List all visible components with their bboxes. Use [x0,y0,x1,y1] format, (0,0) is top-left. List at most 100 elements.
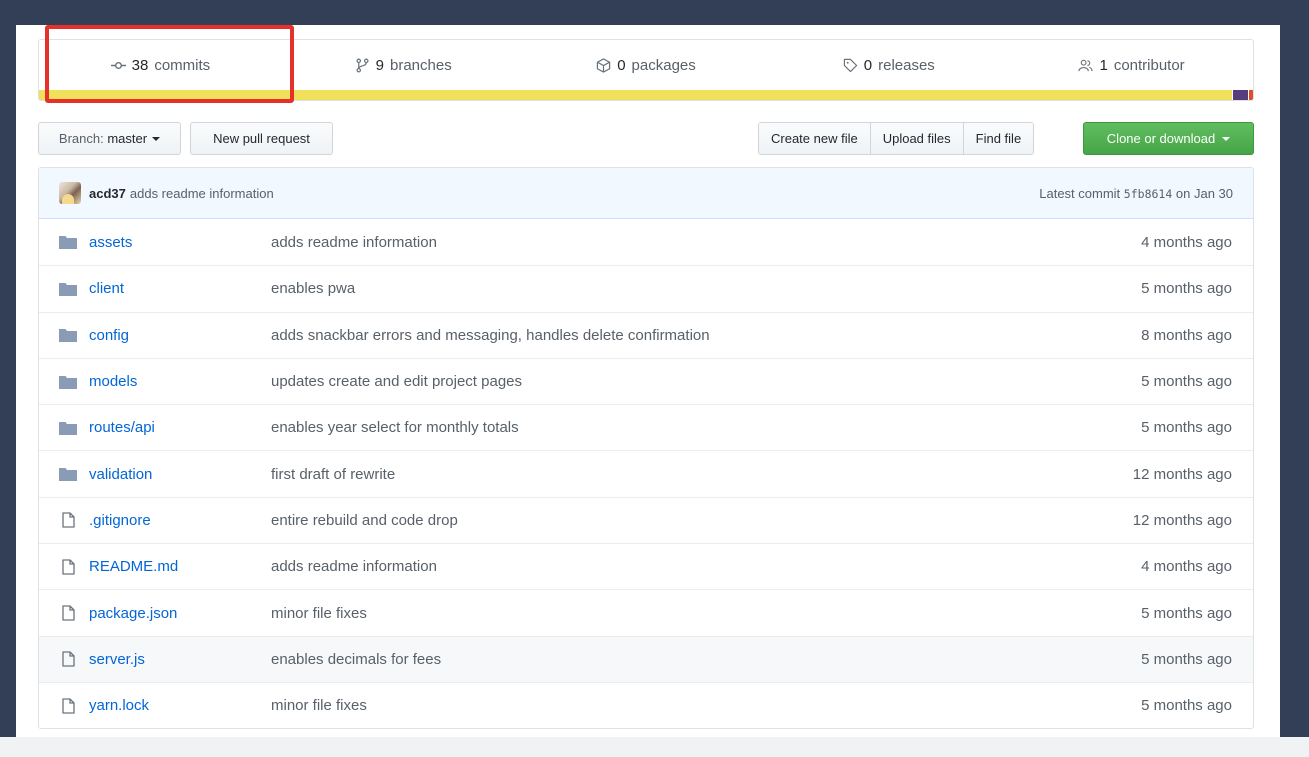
caret-down-icon [152,136,161,141]
file-row[interactable]: server.js enables decimals for fees 5 mont… [39,635,1253,682]
commit-message[interactable]: adds readme information [130,186,274,201]
releases-link[interactable]: 0 releases [767,57,1010,74]
branch-icon [356,58,369,72]
tag-icon [843,58,857,72]
file-name-link[interactable]: models [89,373,271,390]
upload-files-button[interactable]: Upload files [870,123,964,154]
file-age: 4 months ago [1141,233,1232,251]
file-row[interactable]: routes/api enables year select for monthl… [39,404,1253,450]
commits-link[interactable]: 38 commits [39,57,282,74]
language-segment[interactable] [1249,90,1253,100]
releases-count: 0 [863,56,873,74]
branch-name: master [107,131,148,146]
file-icon [39,559,79,575]
file-commit-message[interactable]: minor file fixes [271,605,1093,622]
file-commit-message[interactable]: adds snackbar errors and messaging, hand… [271,327,1093,344]
releases-label: releases [878,56,935,74]
file-name-link[interactable]: client [89,280,271,297]
folder-icon [39,327,79,343]
file-name-link[interactable]: README.md [89,558,271,575]
file-age: 5 months ago [1141,419,1232,437]
commit-date: on Jan 30 [1175,185,1233,201]
file-row[interactable]: models updates create and edit project pa… [39,357,1253,404]
avatar[interactable] [59,182,81,204]
packages-count: 0 [617,56,626,74]
create-new-file-button[interactable]: Create new file [759,123,871,154]
folder-icon [39,420,79,436]
commits-count: 38 [131,56,149,74]
file-age: 5 months ago [1141,604,1232,622]
file-age: 4 months ago [1141,558,1232,576]
file-age: 5 months ago [1141,280,1232,298]
latest-commit-info: Latest commit 5fb8614 on Jan 30 [1039,186,1233,201]
branch-select-button[interactable]: Branch: master [38,122,181,155]
file-actions-group: Create new file Upload files Find file [758,122,1035,155]
caret-down-icon [1222,136,1231,141]
folder-icon [39,234,79,250]
new-pull-request-button[interactable]: New pull request [190,122,333,155]
packages-link[interactable]: 0 packages [525,57,768,74]
file-commit-message[interactable]: entire rebuild and code drop [271,512,1093,529]
folder-icon [39,281,79,297]
bottom-strip [0,737,1309,757]
file-commit-message[interactable]: enables pwa [271,280,1093,297]
people-icon [1078,59,1094,71]
file-icon [39,605,79,621]
folder-icon [39,374,79,390]
file-age: 5 months ago [1141,697,1232,715]
branches-link[interactable]: 9 branches [282,57,525,74]
file-name-link[interactable]: yarn.lock [89,697,271,714]
file-row[interactable]: README.md adds readme information 4 months… [39,543,1253,589]
language-segment[interactable] [1232,90,1249,100]
file-name-link[interactable]: config [89,327,271,344]
file-name-link[interactable]: routes/api [89,419,271,436]
file-commit-message[interactable]: adds readme information [271,234,1093,251]
file-name-link[interactable]: validation [89,466,271,483]
file-row[interactable]: assets adds readme information 4 months ag… [39,219,1253,265]
file-row[interactable]: validation first draft of rewrite 12 month… [39,450,1253,496]
commits-label: commits [154,56,211,74]
language-bar[interactable] [39,90,1253,100]
file-icon [39,651,79,667]
commit-icon [110,61,126,69]
repository-content: 38 commits 9 branches 0 packages 0 relea… [16,25,1280,737]
file-name-link[interactable]: server.js [89,651,271,668]
folder-icon [39,466,79,482]
file-name-link[interactable]: package.json [89,605,271,622]
file-name-link[interactable]: .gitignore [89,512,271,529]
file-icon [39,697,79,714]
file-age: 5 months ago [1141,650,1232,668]
latest-commit-bar: acd37 adds readme information Latest com… [39,168,1253,219]
file-row[interactable]: config adds snackbar errors and messaging… [39,311,1253,358]
find-file-button[interactable]: Find file [963,123,1034,154]
branches-count: 9 [375,56,384,74]
file-row[interactable]: .gitignore entire rebuild and code drop 12… [39,496,1253,543]
branches-label: branches [390,56,452,74]
clone-label: Clone or download [1106,131,1216,146]
file-commit-message[interactable]: enables decimals for fees [271,651,1093,668]
file-row[interactable]: client enables pwa 5 months ago [39,265,1253,311]
contributors-count: 1 [1099,56,1108,74]
numbers-summary: 38 commits 9 branches 0 packages 0 relea… [38,39,1254,101]
file-commit-message[interactable]: first draft of rewrite [271,466,1093,483]
file-name-link[interactable]: assets [89,234,271,251]
branch-prefix: Branch: [58,131,104,146]
commit-author[interactable]: acd37 [89,186,126,201]
file-commit-message[interactable]: updates create and edit project pages [271,373,1093,390]
file-age: 12 months ago [1132,511,1232,529]
commit-sha[interactable]: 5fb8614 [1124,187,1172,201]
file-age: 8 months ago [1141,326,1232,344]
language-segment[interactable] [39,90,1232,100]
file-commit-message[interactable]: enables year select for monthly totals [271,419,1093,436]
contributors-link[interactable]: 1 contributor [1010,57,1253,74]
packages-label: packages [631,56,696,74]
file-row[interactable]: package.json minor file fixes 5 months ago [39,589,1253,635]
file-commit-message[interactable]: adds readme information [271,558,1093,575]
file-age: 12 months ago [1132,465,1232,483]
contributors-label: contributor [1113,56,1185,74]
file-row[interactable]: yarn.lock minor file fixes 5 months ago [39,681,1253,728]
clone-or-download-button[interactable]: Clone or download [1083,122,1254,155]
latest-commit-prefix: Latest commit [1039,185,1121,201]
file-commit-message[interactable]: minor file fixes [271,697,1093,714]
file-navigation: Branch: master New pull request Create n… [38,122,1254,156]
